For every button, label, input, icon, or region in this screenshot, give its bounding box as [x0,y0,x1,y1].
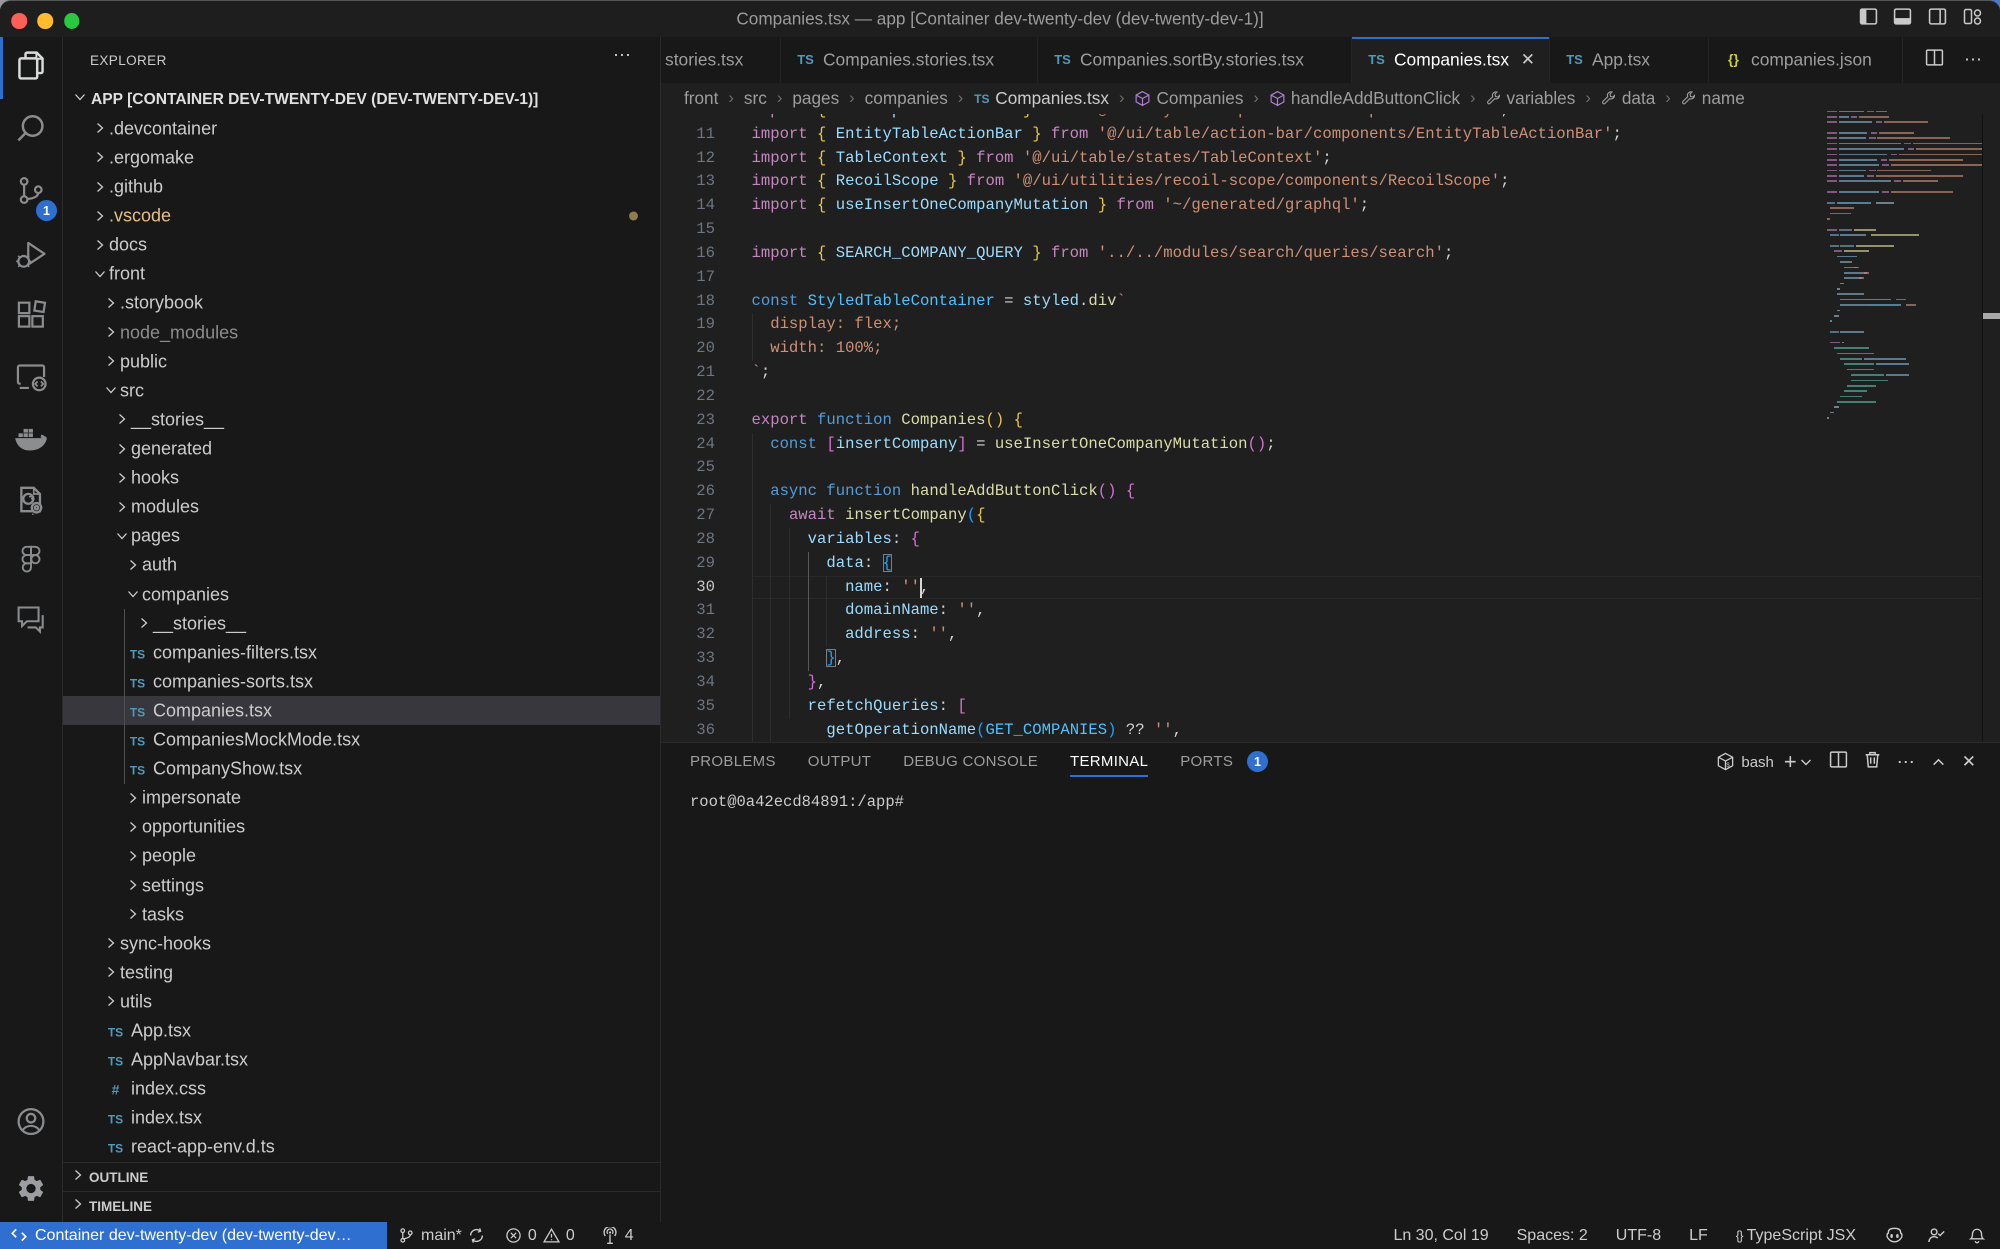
svg-text:$: $ [1727,762,1731,769]
